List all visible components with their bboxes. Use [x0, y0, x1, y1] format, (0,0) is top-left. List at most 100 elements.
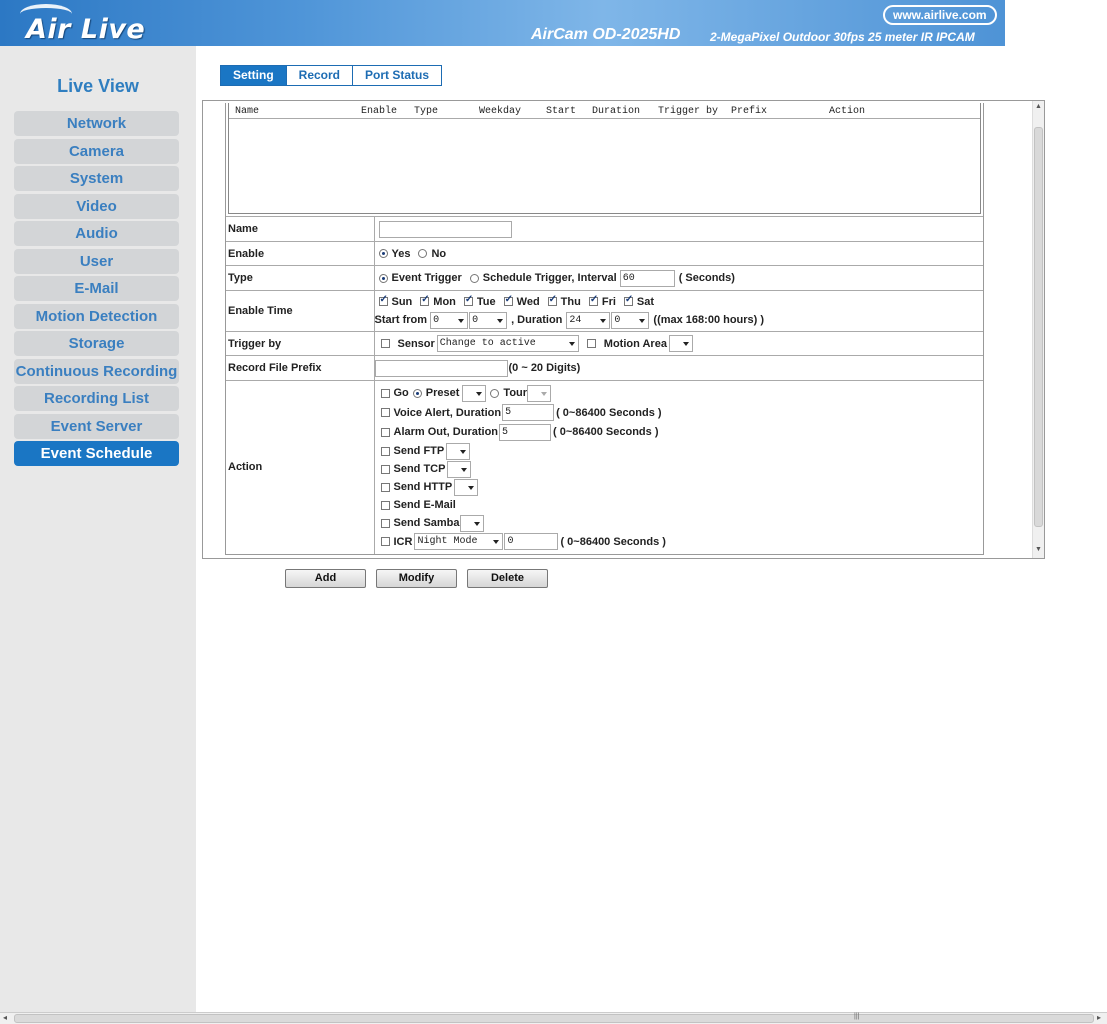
schedule-list[interactable]: Name Enable Type Weekday Start Duration … [228, 103, 981, 214]
scroll-right-icon[interactable]: ▸ [1097, 1013, 1101, 1022]
chevron-down-icon [461, 467, 468, 472]
scroll-up-icon[interactable]: ▲ [1035, 103, 1042, 110]
sidebar-item-audio[interactable]: Audio [14, 221, 179, 246]
sidebar-item-email[interactable]: E-Mail [14, 276, 179, 301]
motion-area-checkbox[interactable] [586, 339, 596, 348]
sidebar-item-video[interactable]: Video [14, 193, 179, 219]
tab-record[interactable]: Record [285, 65, 354, 86]
sensor-mode-select[interactable]: Change to active [436, 335, 579, 352]
col-duration: Duration [592, 106, 641, 117]
send-ftp-select[interactable] [446, 442, 471, 460]
send-samba-select[interactable] [459, 514, 484, 532]
preset-radio[interactable] [412, 388, 422, 398]
event-trigger-radio[interactable] [378, 273, 388, 283]
duration-label: , Duration [511, 314, 563, 326]
voice-duration-input[interactable]: 5 [502, 404, 555, 422]
sidebar-item-camera[interactable]: Camera [14, 138, 179, 164]
send-samba-label: Send Samba [393, 517, 460, 529]
sidebar-item-storage[interactable]: Storage [14, 331, 179, 356]
duration-minute-select[interactable]: 0 [611, 311, 650, 329]
tab-port-status[interactable]: Port Status [352, 65, 443, 86]
interval-unit: ( Seconds) [678, 272, 735, 284]
alarm-duration-note: ( 0~86400 Seconds ) [553, 426, 659, 439]
send-samba-checkbox[interactable] [380, 518, 390, 528]
start-minute-value: 0 [472, 314, 479, 326]
sidebar-item-system[interactable]: System [14, 166, 179, 191]
send-tcp-label: Send TCP [393, 463, 446, 475]
send-tcp-select[interactable] [447, 460, 472, 478]
enable-yes-radio[interactable] [378, 249, 388, 258]
day-sat-label: Sat [636, 295, 655, 308]
sidebar-item-continuous-recording[interactable]: Continuous Recording [14, 358, 179, 384]
sidebar-item-network[interactable]: Network [14, 111, 179, 136]
chevron-down-icon [476, 391, 483, 396]
preset-label: Preset [425, 387, 460, 400]
alarm-duration-input[interactable]: 5 [499, 423, 552, 441]
scroll-thumb[interactable] [1034, 127, 1043, 527]
scroll-down-icon[interactable]: ▼ [1035, 546, 1042, 553]
sidebar-item-motion-detection[interactable]: Motion Detection [14, 303, 179, 329]
send-tcp-checkbox[interactable] [380, 464, 390, 474]
send-email-checkbox[interactable] [380, 500, 390, 510]
tour-select[interactable] [527, 384, 552, 402]
start-hour-value: 0 [433, 314, 440, 326]
enable-no-label: No [431, 247, 447, 260]
icr-mode-select[interactable]: Night Mode [414, 533, 504, 550]
website-badge[interactable]: www.airlive.com [883, 5, 997, 25]
panel-vertical-scrollbar[interactable]: ▲ ▼ [1032, 101, 1044, 558]
preset-select[interactable] [462, 384, 487, 402]
day-mon-label: Mon [433, 295, 456, 308]
prefix-input[interactable] [374, 359, 508, 377]
chevron-down-icon [468, 485, 475, 490]
day-sun-checkbox[interactable] [378, 294, 388, 306]
trigger-by-label: Trigger by [226, 331, 375, 356]
alarm-out-checkbox[interactable] [380, 427, 390, 437]
start-minute-select[interactable]: 0 [469, 311, 508, 329]
day-mon-checkbox[interactable] [420, 294, 430, 306]
duration-minute-value: 0 [614, 314, 621, 326]
icr-checkbox[interactable] [380, 537, 390, 546]
schedule-trigger-radio[interactable] [469, 273, 479, 283]
motion-area-select[interactable] [668, 335, 693, 352]
sidebar-item-event-schedule[interactable]: Event Schedule [14, 441, 179, 466]
day-fri-checkbox[interactable] [588, 294, 598, 306]
day-sat-checkbox[interactable] [623, 294, 633, 306]
day-wed-checkbox[interactable] [503, 294, 513, 306]
tour-radio[interactable] [490, 388, 500, 398]
send-http-select[interactable] [454, 478, 479, 496]
go-checkbox[interactable] [380, 388, 390, 398]
voice-alert-checkbox[interactable] [380, 408, 390, 418]
chevron-down-icon [600, 318, 607, 323]
icr-duration-input[interactable]: 0 [504, 533, 559, 550]
duration-hour-select[interactable]: 24 [566, 311, 611, 329]
action-label: Action [226, 380, 375, 554]
tab-setting[interactable]: Setting [220, 65, 287, 86]
interval-input[interactable]: 60 [619, 269, 675, 287]
day-tue-checkbox[interactable] [463, 294, 473, 306]
sidebar-item-recording-list[interactable]: Recording List [14, 386, 179, 411]
sidebar-item-user[interactable]: User [14, 248, 179, 274]
name-input[interactable] [378, 220, 512, 238]
send-ftp-checkbox[interactable] [380, 446, 390, 456]
sensor-checkbox[interactable] [380, 339, 390, 348]
chevron-down-icon [458, 318, 465, 323]
delete-button[interactable]: Delete [467, 569, 548, 588]
live-view-link[interactable]: Live View [0, 76, 196, 97]
icr-mode-value: Night Mode [417, 536, 478, 547]
enable-no-radio[interactable] [418, 249, 428, 258]
chevron-down-icon [460, 449, 467, 454]
sidebar-item-event-server[interactable]: Event Server [14, 413, 179, 439]
modify-button[interactable]: Modify [376, 569, 457, 588]
add-button[interactable]: Add [285, 569, 366, 588]
sidebar: Live View Network Camera System Video Au… [0, 46, 196, 1012]
start-hour-select[interactable]: 0 [430, 311, 469, 329]
horizontal-scroll-thumb[interactable] [14, 1014, 1094, 1023]
scroll-left-icon[interactable]: ◂ [3, 1013, 7, 1022]
prefix-note: (0 ~ 20 Digits) [508, 362, 581, 374]
duration-hour-value: 24 [569, 314, 582, 326]
send-http-checkbox[interactable] [380, 482, 390, 492]
page-horizontal-scrollbar[interactable]: ◂ ||| ▸ [0, 1012, 1107, 1024]
day-thu-checkbox[interactable] [547, 294, 557, 306]
voice-alert-label: Voice Alert, Duration [393, 406, 502, 419]
col-action: Action [829, 106, 866, 117]
